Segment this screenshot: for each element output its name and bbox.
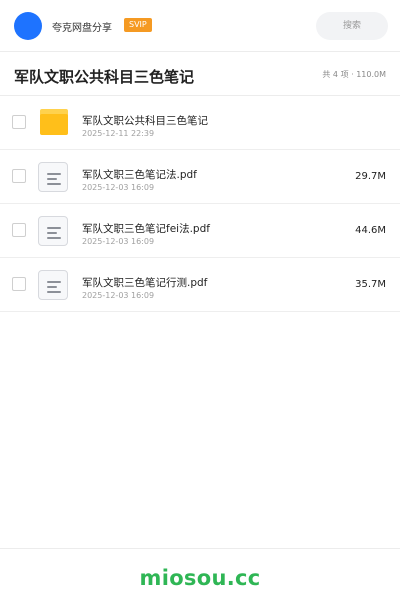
svip-badge: SVIP [124,18,152,32]
file-date: 2025-12-11 22:39 [82,129,155,138]
row-checkbox[interactable] [12,115,26,129]
list-item-file[interactable]: 军队文职三色笔记行测.pdf 2025-12-03 16:09 35.7M [0,258,400,312]
watermark-text: miosou.cc [139,566,261,590]
file-name: 军队文职公共科目三色笔记 [82,115,208,127]
list-item-file[interactable]: 军队文职三色笔记fei法.pdf 2025-12-03 16:09 44.6M [0,204,400,258]
file-date: 2025-12-03 16:09 [82,237,155,246]
list-item-folder[interactable]: 军队文职公共科目三色笔记 2025-12-11 22:39 [0,96,400,150]
file-name: 军队文职三色笔记行测.pdf [82,277,208,289]
file-name: 军队文职三色笔记法.pdf [82,169,197,181]
row-checkbox[interactable] [12,223,26,237]
file-list: 军队文职公共科目三色笔记 2025-12-11 22:39 军队文职三色笔记法.… [0,96,400,312]
document-icon [38,216,68,246]
search-input[interactable]: 搜索 [316,12,388,40]
file-date: 2025-12-03 16:09 [82,183,155,192]
file-size: 44.6M [355,225,386,236]
folder-icon [40,109,68,135]
app-header: 夸克网盘分享 SVIP 搜索 [0,0,400,52]
document-icon [38,270,68,300]
row-checkbox[interactable] [12,277,26,291]
document-icon [38,162,68,192]
folder-title-bar: 军队文职公共科目三色笔记 共 4 项 · 110.0M [0,52,400,96]
row-checkbox[interactable] [12,169,26,183]
file-date: 2025-12-03 16:09 [82,291,155,300]
page-title: 军队文职公共科目三色笔记 [14,68,195,86]
file-name: 军队文职三色笔记fei法.pdf [82,223,210,235]
file-size: 29.7M [355,171,386,182]
file-size: 35.7M [355,279,386,290]
avatar[interactable] [14,12,42,40]
list-item-file[interactable]: 军队文职三色笔记法.pdf 2025-12-03 16:09 29.7M [0,150,400,204]
app-name: 夸克网盘分享 [52,23,112,34]
folder-summary: 共 4 项 · 110.0M [322,70,386,79]
